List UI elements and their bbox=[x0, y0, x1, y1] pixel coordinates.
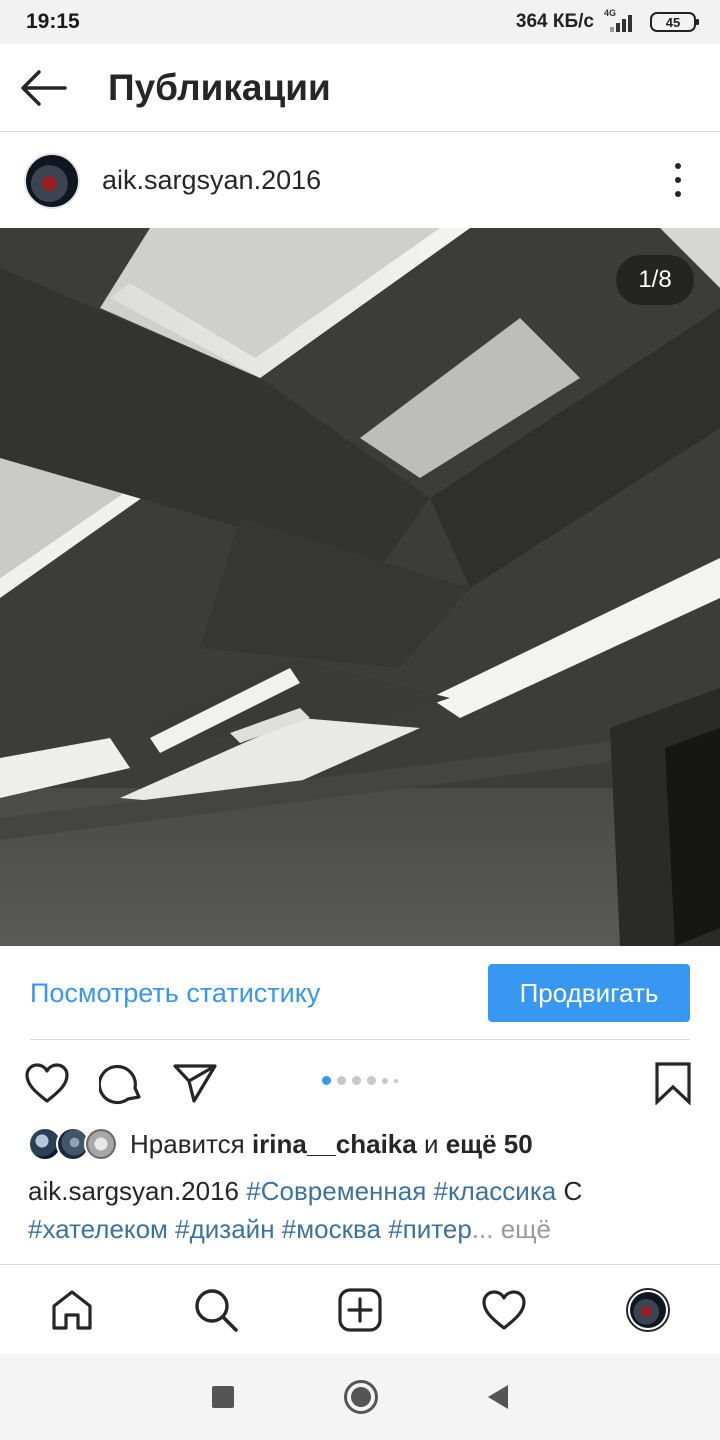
action-row bbox=[0, 1050, 720, 1114]
hashtag[interactable]: #классика bbox=[434, 1176, 557, 1206]
comment-icon bbox=[99, 1064, 141, 1105]
liker-avatars bbox=[28, 1127, 120, 1161]
arrow-left-icon bbox=[21, 69, 67, 106]
carousel-dot bbox=[367, 1076, 376, 1085]
post-header: aik.sargsyan.2016 bbox=[0, 133, 720, 228]
caption-more-link[interactable]: ещё bbox=[493, 1214, 551, 1244]
ceiling-photo-illustration bbox=[0, 228, 720, 946]
add-post-icon bbox=[338, 1287, 382, 1332]
liker-username[interactable]: irina__chaika bbox=[252, 1129, 417, 1159]
hashtag[interactable]: #хателеком bbox=[28, 1214, 168, 1244]
more-options-button[interactable] bbox=[666, 163, 690, 197]
status-right: 364 КБ/с 4G 45 bbox=[515, 8, 699, 33]
page-title: Публикации bbox=[108, 66, 331, 108]
carousel-indicator bbox=[322, 1076, 398, 1085]
promo-row: Посмотреть статистику Продвигать bbox=[0, 946, 720, 1040]
network-type: 4G bbox=[604, 8, 617, 18]
hashtag[interactable]: #москва bbox=[282, 1214, 381, 1244]
battery-level: 45 bbox=[665, 14, 681, 30]
search-icon bbox=[195, 1288, 238, 1332]
carousel-dot-active bbox=[322, 1076, 331, 1085]
more-vertical-icon bbox=[675, 163, 681, 169]
caption-ellipsis: ... bbox=[471, 1214, 494, 1244]
likes-others[interactable]: ещё 50 bbox=[446, 1129, 533, 1159]
likes-row[interactable]: Нравится irina__chaika и ещё 50 bbox=[28, 1124, 533, 1164]
send-icon bbox=[173, 1064, 217, 1103]
battery-icon: 45 bbox=[650, 12, 699, 32]
liker-avatar bbox=[84, 1127, 118, 1161]
comment-button[interactable] bbox=[96, 1058, 146, 1108]
bottom-nav bbox=[0, 1264, 720, 1354]
promote-button[interactable]: Продвигать bbox=[488, 964, 690, 1022]
author-avatar[interactable] bbox=[24, 152, 80, 209]
back-system-button[interactable] bbox=[488, 1385, 508, 1409]
author-username[interactable]: aik.sargsyan.2016 bbox=[102, 165, 321, 196]
hashtag[interactable]: #Современная bbox=[246, 1176, 426, 1206]
nav-activity[interactable] bbox=[474, 1280, 534, 1340]
photo-counter: 1/8 bbox=[616, 255, 694, 305]
post-caption: aik.sargsyan.2016 #Современная #классика… bbox=[28, 1172, 698, 1248]
hashtag[interactable]: #питер bbox=[388, 1214, 472, 1244]
activity-heart-icon bbox=[482, 1289, 526, 1330]
nav-profile[interactable] bbox=[618, 1280, 678, 1340]
signal-icon: 4G bbox=[602, 8, 642, 32]
nav-home[interactable] bbox=[42, 1280, 102, 1340]
home-system-button[interactable] bbox=[344, 1380, 378, 1414]
profile-avatar bbox=[626, 1287, 670, 1332]
likes-text: Нравится irina__chaika и ещё 50 bbox=[130, 1128, 533, 1159]
carousel-dot bbox=[337, 1076, 346, 1085]
heart-icon bbox=[25, 1063, 69, 1103]
nav-new-post[interactable] bbox=[330, 1280, 390, 1340]
like-button[interactable] bbox=[22, 1058, 72, 1108]
home-icon bbox=[52, 1289, 92, 1330]
status-bar: 19:15 364 КБ/с 4G 45 bbox=[0, 0, 720, 44]
recents-button[interactable] bbox=[212, 1386, 234, 1408]
network-speed: 364 КБ/с bbox=[515, 11, 594, 32]
save-button[interactable] bbox=[648, 1058, 698, 1108]
share-button[interactable] bbox=[170, 1058, 220, 1108]
system-nav-bar bbox=[0, 1354, 720, 1440]
post-photo[interactable]: 1/8 bbox=[0, 228, 720, 946]
status-time: 19:15 bbox=[26, 10, 80, 33]
divider bbox=[30, 1039, 690, 1040]
carousel-dot bbox=[352, 1076, 361, 1085]
view-insights-link[interactable]: Посмотреть статистику bbox=[30, 978, 320, 1009]
carousel-dot bbox=[394, 1078, 398, 1083]
nav-search[interactable] bbox=[186, 1280, 246, 1340]
back-button[interactable] bbox=[0, 44, 88, 132]
caption-username[interactable]: aik.sargsyan.2016 bbox=[28, 1176, 239, 1206]
app-header: Публикации bbox=[0, 44, 720, 132]
hashtag[interactable]: #дизайн bbox=[175, 1214, 274, 1244]
bookmark-icon bbox=[655, 1062, 691, 1105]
caption-text: С bbox=[556, 1176, 583, 1206]
carousel-dot bbox=[382, 1077, 388, 1084]
